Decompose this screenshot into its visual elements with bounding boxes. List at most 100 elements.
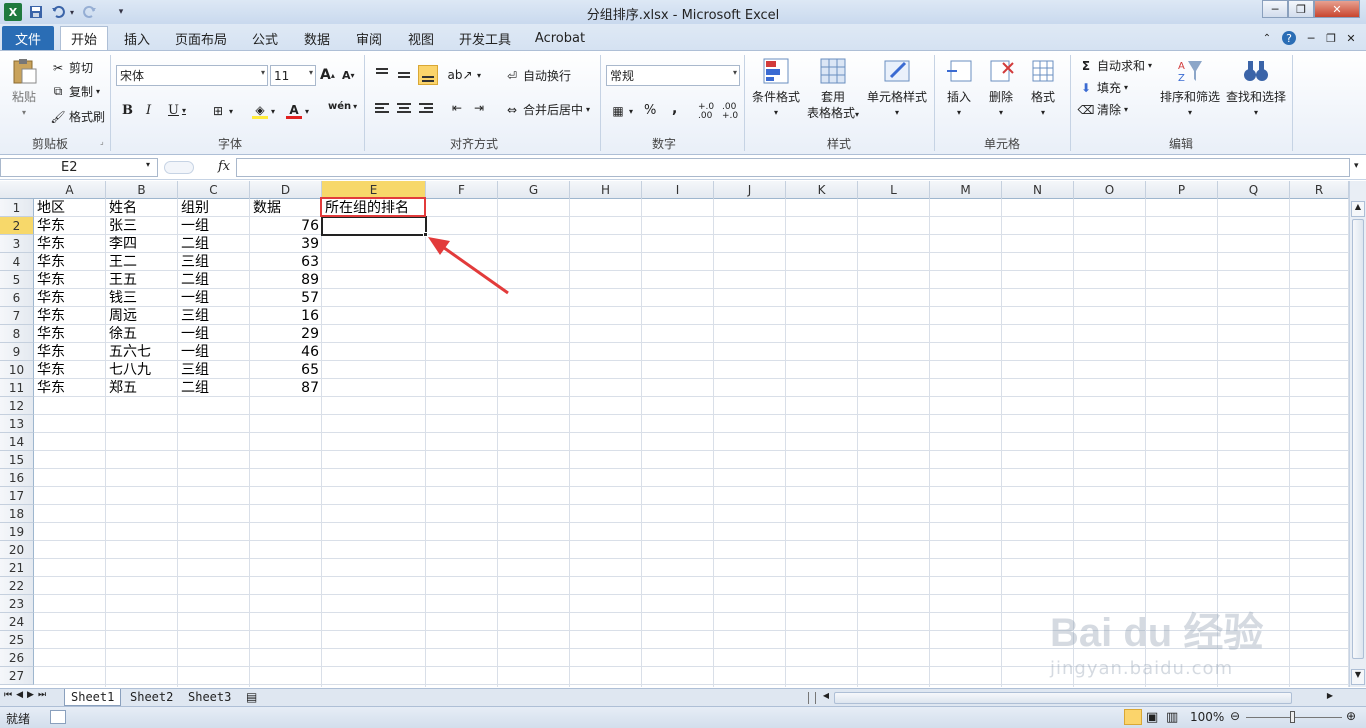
delete-cells-button[interactable]: 删除 ▾ xyxy=(982,57,1020,121)
cell-d6[interactable]: 57 xyxy=(250,289,322,307)
horizontal-scroll-thumb[interactable] xyxy=(834,692,1292,704)
copy-button[interactable]: ⧉ 复制 ▾ xyxy=(50,83,100,100)
row-header-24[interactable]: 24 xyxy=(0,613,34,631)
cell-styles-button[interactable]: 单元格样式 ▾ xyxy=(864,57,930,121)
cell-b5[interactable]: 王五 xyxy=(106,271,178,289)
cell-a4[interactable]: 华东 xyxy=(34,253,106,271)
cell-a8[interactable]: 华东 xyxy=(34,325,106,343)
align-middle-icon[interactable] xyxy=(396,67,412,81)
cell-b8[interactable]: 徐五 xyxy=(106,325,178,343)
formula-input[interactable] xyxy=(236,158,1350,177)
row-header-13[interactable]: 13 xyxy=(0,415,34,433)
sort-filter-button[interactable]: AZ 排序和筛选 ▾ xyxy=(1158,57,1222,121)
row-header-20[interactable]: 20 xyxy=(0,541,34,559)
align-left-icon[interactable] xyxy=(374,101,390,115)
tab-view[interactable]: 视图 xyxy=(400,26,442,50)
cell-c7[interactable]: 三组 xyxy=(178,307,250,325)
phonetic-button[interactable]: wén ▾ xyxy=(328,101,357,112)
column-header-g[interactable]: G xyxy=(498,181,570,199)
column-header-i[interactable]: I xyxy=(642,181,714,199)
cut-button[interactable]: ✂ 剪切 xyxy=(50,59,93,76)
fill-button[interactable]: ⬇ 填充 ▾ xyxy=(1078,79,1128,96)
clear-button[interactable]: ⌫ 清除 ▾ xyxy=(1078,101,1129,118)
dialog-launcher-icon[interactable]: ⌟ xyxy=(100,137,104,146)
cell-d3[interactable]: 39 xyxy=(250,235,322,253)
tab-developer[interactable]: 开发工具 xyxy=(452,26,518,50)
name-box-dropdown-icon[interactable]: ▾ xyxy=(146,160,150,169)
collapse-ribbon-icon[interactable]: ⌃ xyxy=(1260,26,1274,50)
column-header-h[interactable]: H xyxy=(570,181,642,199)
cell-a1[interactable]: 地区 xyxy=(34,199,106,217)
row-header-8[interactable]: 8 xyxy=(0,325,34,343)
column-header-l[interactable]: L xyxy=(858,181,930,199)
cell-c1[interactable]: 组别 xyxy=(178,199,250,217)
underline-button[interactable]: U ▾ xyxy=(168,103,186,118)
cell-a3[interactable]: 华东 xyxy=(34,235,106,253)
insert-function-button[interactable]: fx xyxy=(218,159,230,174)
scroll-down-icon[interactable]: ▼ xyxy=(1351,669,1365,685)
close-button[interactable]: ✕ xyxy=(1314,0,1360,18)
sheet-nav-icon[interactable]: ⏮◀▶⏭ xyxy=(4,690,50,700)
cell-b3[interactable]: 李四 xyxy=(106,235,178,253)
cell-c8[interactable]: 一组 xyxy=(178,325,250,343)
row-header-19[interactable]: 19 xyxy=(0,523,34,541)
row-header-4[interactable]: 4 xyxy=(0,253,34,271)
page-break-view-icon[interactable]: ▥ xyxy=(1166,710,1178,725)
currency-button[interactable]: ▦ ▾ xyxy=(610,103,633,119)
tab-acrobat[interactable]: Acrobat xyxy=(530,26,590,50)
cell-c11[interactable]: 二组 xyxy=(178,379,250,397)
row-header-11[interactable]: 11 xyxy=(0,379,34,397)
row-header-7[interactable]: 7 xyxy=(0,307,34,325)
align-bottom-icon[interactable] xyxy=(418,65,438,85)
cell-d11[interactable]: 87 xyxy=(250,379,322,397)
shrink-font-button[interactable]: A ▾ xyxy=(342,69,355,82)
number-format-combo[interactable]: 常规 ▾ xyxy=(606,65,740,86)
scroll-left-icon[interactable]: ◀ xyxy=(820,691,832,705)
zoom-in-icon[interactable]: ⊕ xyxy=(1346,709,1356,723)
column-header-o[interactable]: O xyxy=(1074,181,1146,199)
tab-file[interactable]: 文件 xyxy=(2,26,54,50)
wrap-text-button[interactable]: ⏎ 自动换行 xyxy=(504,67,571,84)
increase-decimal-button[interactable]: +.0 .00 xyxy=(698,103,718,121)
row-header-1[interactable]: 1 xyxy=(0,199,34,217)
row-header-18[interactable]: 18 xyxy=(0,505,34,523)
row-header-27[interactable]: 27 xyxy=(0,667,34,685)
comma-button[interactable]: , xyxy=(672,101,677,117)
row-header-22[interactable]: 22 xyxy=(0,577,34,595)
increase-indent-icon[interactable]: ⇥ xyxy=(474,101,484,115)
tab-formulas[interactable]: 公式 xyxy=(244,26,286,50)
autosum-button[interactable]: Σ 自动求和 ▾ xyxy=(1078,57,1152,74)
tab-review[interactable]: 审阅 xyxy=(348,26,390,50)
row-header-21[interactable]: 21 xyxy=(0,559,34,577)
tab-page-layout[interactable]: 页面布局 xyxy=(170,26,232,50)
column-header-f[interactable]: F xyxy=(426,181,498,199)
cell-c2[interactable]: 一组 xyxy=(178,217,250,235)
name-box[interactable]: E2 xyxy=(0,158,158,177)
cell-b4[interactable]: 王二 xyxy=(106,253,178,271)
row-header-17[interactable]: 17 xyxy=(0,487,34,505)
row-header-16[interactable]: 16 xyxy=(0,469,34,487)
find-select-button[interactable]: 查找和选择 ▾ xyxy=(1224,57,1288,121)
workbook-restore-icon[interactable]: ❐ xyxy=(1324,26,1338,50)
cell-d4[interactable]: 63 xyxy=(250,253,322,271)
column-header-m[interactable]: M xyxy=(930,181,1002,199)
vertical-scrollbar[interactable]: ▲ ▼ xyxy=(1349,181,1366,687)
column-header-d[interactable]: D xyxy=(250,181,322,199)
sheet-tab-sheet1[interactable]: Sheet1 xyxy=(64,689,122,706)
row-header-12[interactable]: 12 xyxy=(0,397,34,415)
minimize-button[interactable]: ─ xyxy=(1262,0,1288,18)
bold-button[interactable]: B xyxy=(122,103,133,118)
column-header-b[interactable]: B xyxy=(106,181,178,199)
cell-a9[interactable]: 华东 xyxy=(34,343,106,361)
column-header-q[interactable]: Q xyxy=(1218,181,1290,199)
zoom-level[interactable]: 100% xyxy=(1190,710,1224,724)
macro-record-icon[interactable] xyxy=(50,710,66,724)
orientation-button[interactable]: ab↗ ▾ xyxy=(447,67,481,83)
cell-b2[interactable]: 张三 xyxy=(106,217,178,235)
cell-a11[interactable]: 华东 xyxy=(34,379,106,397)
new-sheet-icon[interactable]: ▤ xyxy=(246,690,257,704)
expand-formula-bar-icon[interactable]: ▾ xyxy=(1354,161,1359,171)
cell-c9[interactable]: 一组 xyxy=(178,343,250,361)
format-as-table-button[interactable]: 套用 表格格式▾ xyxy=(804,57,862,123)
row-header-14[interactable]: 14 xyxy=(0,433,34,451)
